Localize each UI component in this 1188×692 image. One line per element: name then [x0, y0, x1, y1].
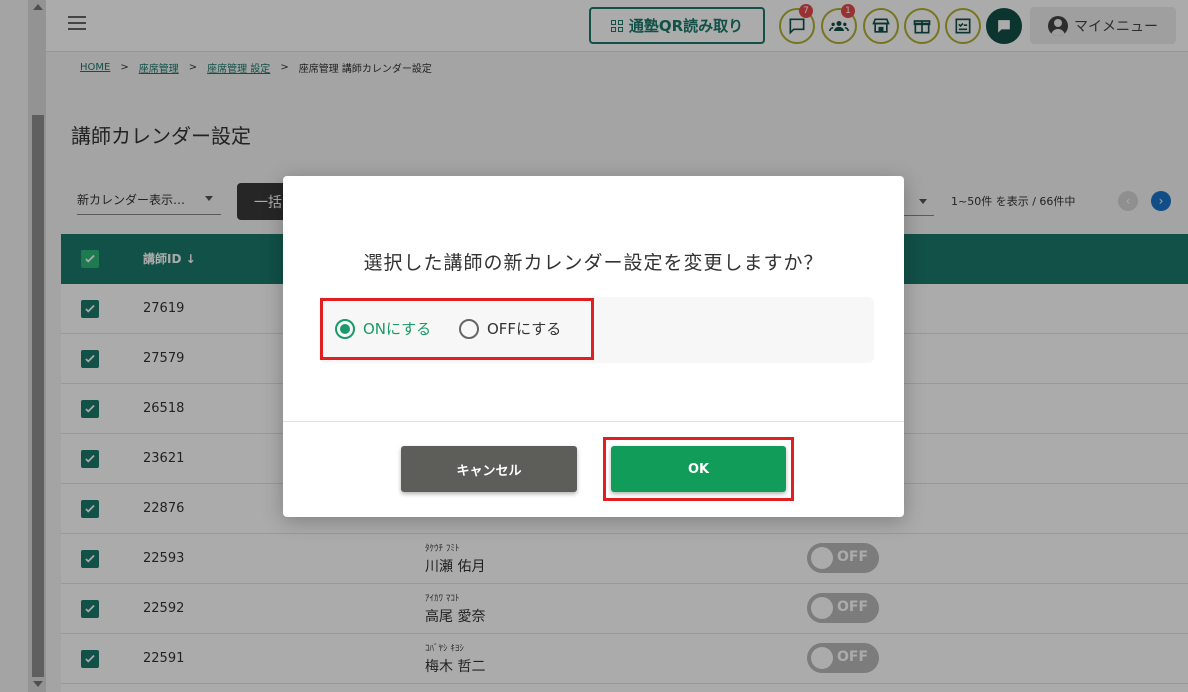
- radio-highlight-frame: [320, 298, 594, 360]
- dialog-divider: [283, 421, 904, 422]
- confirm-dialog: 選択した講師の新カレンダー設定を変更しますか？ ONにする OFFにする キャン…: [283, 176, 904, 517]
- dialog-title: 選択した講師の新カレンダー設定を変更しますか？: [363, 252, 824, 274]
- ok-button[interactable]: OK: [611, 446, 786, 492]
- cancel-button[interactable]: キャンセル: [401, 446, 577, 492]
